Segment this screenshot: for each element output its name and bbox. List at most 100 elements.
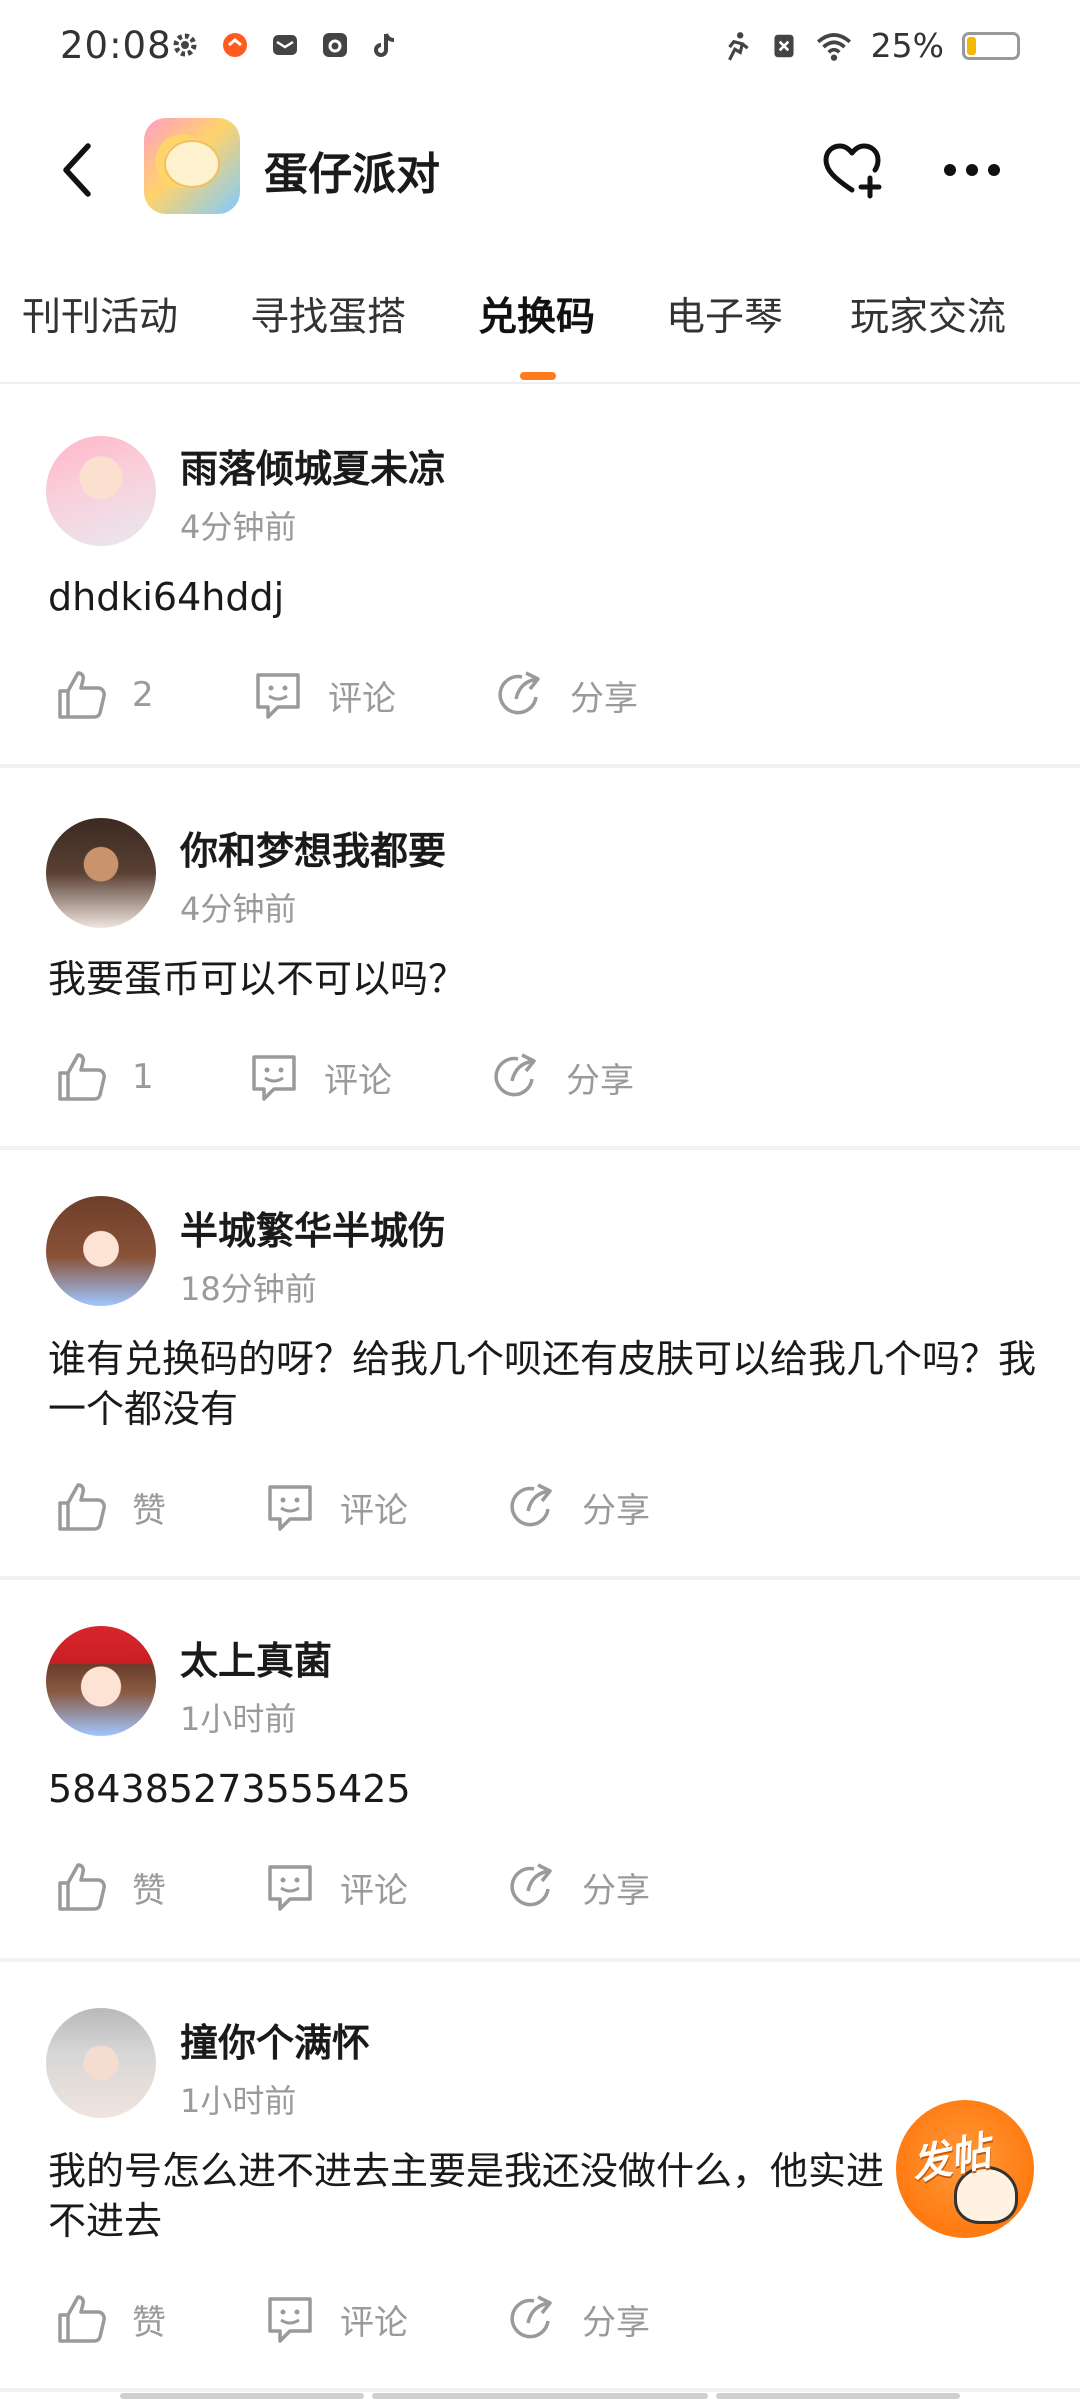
- scroll-indicator: [372, 2393, 708, 2399]
- tab-player-chat[interactable]: 玩家交流: [850, 286, 1006, 342]
- like-button[interactable]: 1: [54, 1042, 154, 1112]
- share-button[interactable]: 分享: [492, 660, 638, 730]
- share-label: 分享: [582, 2302, 650, 2343]
- post-card[interactable]: 雨落倾城夏未凉 4分钟前 dhdki64hddj 2 评论 分享: [0, 386, 1080, 768]
- like-button[interactable]: 2: [54, 660, 154, 730]
- post-actions: 2 评论 分享: [0, 660, 1080, 730]
- share-label: 分享: [582, 1490, 650, 1531]
- status-system-icons: 25%: [721, 26, 1020, 65]
- comment-label: 评论: [328, 678, 396, 719]
- battery-icon: [962, 31, 1020, 60]
- post-username[interactable]: 半城繁华半城伤: [180, 1200, 446, 1255]
- tab-activities[interactable]: 刊刊活动: [22, 286, 178, 342]
- post-card[interactable]: 半城繁华半城伤 18分钟前 谁有兑换码的呀？给我几个呗还有皮肤可以给我几个吗？我…: [0, 1150, 1080, 1580]
- game-app-icon: [144, 118, 240, 214]
- avatar[interactable]: [46, 818, 156, 928]
- like-label: 赞: [132, 1870, 166, 1911]
- comment-icon: [256, 673, 300, 719]
- tiktok-icon: [370, 30, 400, 60]
- share-icon: [510, 2295, 552, 2339]
- thumbs-up-icon: [58, 1863, 106, 1911]
- share-button[interactable]: 分享: [488, 1042, 634, 1112]
- post-timestamp: 1小时前: [180, 2082, 297, 2120]
- thumbs-up-icon: [58, 671, 106, 719]
- post-actions: 赞 评论 分享: [0, 2284, 1080, 2354]
- post-actions: 赞 评论 分享: [0, 1852, 1080, 1922]
- thumbs-up-icon: [58, 2295, 106, 2343]
- post-timestamp: 4分钟前: [180, 508, 297, 546]
- more-options-button[interactable]: [936, 134, 1008, 206]
- share-button[interactable]: 分享: [504, 1852, 650, 1922]
- post-username[interactable]: 撞你个满怀: [180, 2012, 370, 2067]
- share-button[interactable]: 分享: [504, 1472, 650, 1542]
- page-title: 蛋仔派对: [264, 149, 440, 200]
- post-timestamp: 18分钟前: [180, 1270, 317, 1308]
- avatar[interactable]: [46, 1626, 156, 1736]
- post-username[interactable]: 太上真菌: [180, 1630, 332, 1685]
- comment-icon: [268, 1865, 312, 1911]
- scroll-indicator: [716, 2393, 960, 2399]
- avatar[interactable]: [46, 1196, 156, 1306]
- activity-icon: [727, 31, 749, 61]
- avatar[interactable]: [46, 2008, 156, 2118]
- more-dots-icon: [944, 164, 1000, 176]
- post-timestamp: 4分钟前: [180, 890, 297, 928]
- comment-icon: [268, 1485, 312, 1531]
- post-content[interactable]: 谁有兑换码的呀？给我几个呗还有皮肤可以给我几个吗？我一个都没有: [48, 1334, 1038, 1434]
- tab-find-partner[interactable]: 寻找蛋搭: [250, 286, 406, 342]
- comment-icon: [268, 2297, 312, 2343]
- post-username[interactable]: 雨落倾城夏未凉: [180, 438, 446, 493]
- post-timestamp: 1小时前: [180, 1700, 297, 1738]
- comment-label: 评论: [340, 1490, 408, 1531]
- share-label: 分享: [582, 1870, 650, 1911]
- share-icon: [510, 1483, 552, 1527]
- share-label: 分享: [566, 1060, 634, 1101]
- app-header: 蛋仔派对: [0, 110, 1080, 230]
- like-count: 1: [132, 1057, 154, 1097]
- post-card[interactable]: 太上真菌 1小时前 584385273555425 赞 评论 分享: [0, 1580, 1080, 1962]
- battery-level-fill: [967, 36, 976, 55]
- scroll-indicator: [120, 2393, 364, 2399]
- like-button[interactable]: 赞: [54, 1472, 166, 1542]
- status-time: 20:08: [60, 24, 172, 67]
- share-icon: [510, 1863, 552, 1907]
- like-label: 赞: [132, 1490, 166, 1531]
- follow-button[interactable]: [816, 134, 888, 206]
- status-bar: 20:08 25%: [0, 0, 1080, 96]
- comment-label: 评论: [324, 1060, 392, 1101]
- tab-piano[interactable]: 电子琴: [666, 286, 783, 342]
- comment-button[interactable]: 评论: [262, 1852, 408, 1922]
- like-button[interactable]: 赞: [54, 1852, 166, 1922]
- back-button[interactable]: [48, 134, 112, 206]
- post-card[interactable]: 你和梦想我都要 4分钟前 我要蛋币可以不可以吗？ 1 评论 分享: [0, 768, 1080, 1150]
- share-icon: [494, 1053, 536, 1097]
- category-tabs: 刊刊活动 寻找蛋搭 兑换码 电子琴 玩家交流: [0, 270, 1080, 384]
- post-username[interactable]: 你和梦想我都要: [180, 820, 446, 875]
- like-button[interactable]: 赞: [54, 2284, 166, 2354]
- tab-redeem-code[interactable]: 兑换码: [478, 286, 595, 342]
- wifi-icon: [816, 32, 851, 61]
- settings-icon: [170, 30, 200, 60]
- new-post-fab[interactable]: 发帖: [896, 2100, 1034, 2238]
- share-label: 分享: [570, 678, 638, 719]
- comment-button[interactable]: 评论: [262, 2284, 408, 2354]
- comment-icon: [252, 1055, 296, 1101]
- heart-plus-icon: [823, 143, 882, 199]
- camera-app-icon: [320, 30, 350, 60]
- post-content[interactable]: dhdki64hddj: [48, 572, 1038, 622]
- share-icon: [498, 671, 540, 715]
- thumbs-up-icon: [58, 1483, 106, 1531]
- active-tab-indicator: [520, 372, 556, 380]
- thumbs-up-icon: [58, 1053, 106, 1101]
- post-content[interactable]: 我的号怎么进不进去主要是我还没做什么，他实进不进去: [48, 2146, 898, 2246]
- comment-button[interactable]: 评论: [246, 1042, 392, 1112]
- post-content[interactable]: 584385273555425: [48, 1764, 1038, 1814]
- comment-button[interactable]: 评论: [262, 1472, 408, 1542]
- comment-button[interactable]: 评论: [250, 660, 396, 730]
- share-button[interactable]: 分享: [504, 2284, 650, 2354]
- chevron-left-icon: [63, 143, 91, 197]
- post-content[interactable]: 我要蛋币可以不可以吗？: [48, 954, 1038, 1004]
- post-actions: 1 评论 分享: [0, 1042, 1080, 1112]
- like-count: 2: [132, 675, 154, 715]
- avatar[interactable]: [46, 436, 156, 546]
